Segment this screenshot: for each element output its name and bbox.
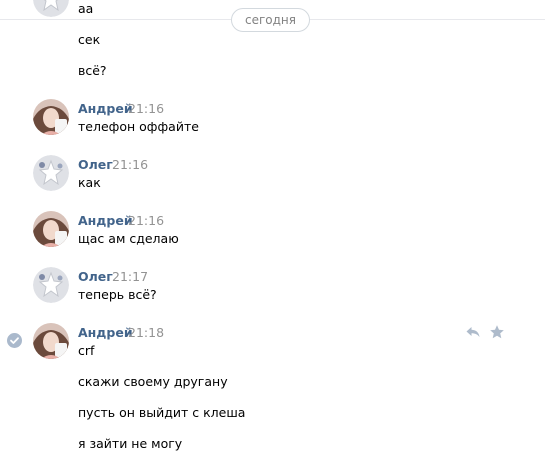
message-text: теперь всё?: [78, 287, 157, 302]
avatar-andrey[interactable]: [33, 99, 69, 135]
avatar-oleg[interactable]: [33, 155, 69, 191]
message-text: аа: [78, 1, 94, 16]
date-divider: сегодня: [231, 8, 310, 32]
message-time[interactable]: 21:16: [112, 157, 148, 172]
star-icon[interactable]: [489, 324, 505, 340]
avatar-andrey[interactable]: [33, 211, 69, 247]
message-text: всё?: [78, 63, 107, 78]
message-author[interactable]: Андрей: [78, 101, 133, 116]
avatar-andrey[interactable]: [33, 323, 69, 359]
message-text: crf: [78, 343, 95, 358]
message-text: я зайти не могу: [78, 436, 183, 451]
message-text: как: [78, 175, 101, 190]
message-time[interactable]: 21:16: [128, 213, 164, 228]
message-author[interactable]: Андрей: [78, 213, 133, 228]
chat-history: сегодня аа сек всё? Андрей 21:16 телефон…: [0, 0, 545, 465]
message-text: пусть он выйдит с клеша: [78, 405, 246, 420]
message-time[interactable]: 21:18: [128, 325, 164, 340]
check-icon[interactable]: [7, 333, 22, 348]
avatar-oleg[interactable]: [33, 0, 69, 17]
message-text: щас ам сделаю: [78, 231, 179, 246]
message-author[interactable]: Олег: [78, 157, 113, 172]
message-text: скажи своему другану: [78, 374, 228, 389]
reply-icon[interactable]: [465, 324, 481, 340]
message-author[interactable]: Андрей: [78, 325, 133, 340]
message-time[interactable]: 21:17: [112, 269, 148, 284]
avatar-oleg[interactable]: [33, 267, 69, 303]
message-text: сек: [78, 32, 101, 47]
message-author[interactable]: Олег: [78, 269, 113, 284]
message-time[interactable]: 21:16: [128, 101, 164, 116]
message-text: телефон оффайте: [78, 119, 199, 134]
